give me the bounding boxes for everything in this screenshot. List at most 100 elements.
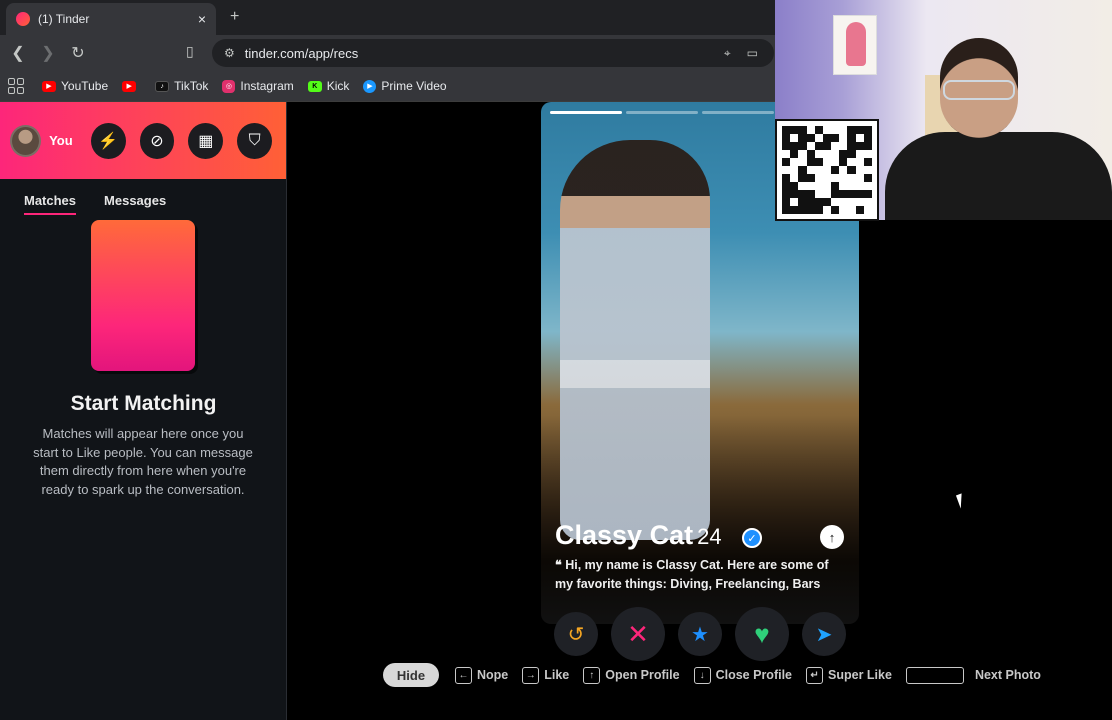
shortcut-nope: ← Nope — [455, 666, 508, 684]
qr-module — [831, 158, 840, 166]
address-bar[interactable]: ⚙ tinder.com/app/recs ⌖ ▭ — [212, 39, 774, 67]
qr-module — [847, 134, 856, 142]
qr-module — [790, 158, 799, 166]
instagram-icon: ◎ — [222, 79, 236, 93]
heart-icon: ♥ — [754, 618, 770, 649]
down-arrow-key-icon: ↓ — [693, 666, 711, 684]
reload-icon[interactable]: ↻ — [66, 41, 90, 65]
profile-name: Classy Cat — [555, 520, 694, 550]
qr-module — [831, 150, 840, 158]
bookmark-star-icon[interactable]: ▯ — [186, 43, 194, 60]
browser-chrome: (1) Tinder × + ❮ ❯ ↻ ▯ ⚙ tinder.com/app/… — [0, 0, 775, 102]
like-button[interactable]: ♥ — [735, 607, 789, 661]
browser-tab[interactable]: (1) Tinder × — [6, 3, 216, 35]
qr-module — [782, 150, 791, 158]
qr-module — [822, 158, 832, 166]
qr-module — [839, 126, 848, 134]
qr-module — [814, 134, 823, 142]
wall-poster — [833, 15, 877, 75]
enter-key-icon: ↵ — [806, 666, 824, 684]
qr-module — [806, 174, 815, 182]
shortcut-like: → Like — [522, 666, 569, 684]
qr-module — [822, 142, 832, 150]
shortcut-open-profile: ↑ Open Profile — [583, 666, 680, 684]
qr-module — [790, 190, 799, 198]
tab-matches[interactable]: Matches — [24, 193, 77, 215]
qr-module — [790, 134, 799, 142]
new-tab-button[interactable]: + — [230, 8, 239, 26]
bookmark-kick[interactable]: K Kick — [307, 79, 349, 93]
boost-lightning-icon[interactable]: ⚡ — [90, 122, 126, 159]
url-text[interactable]: tinder.com/app/recs — [245, 46, 724, 61]
qr-module — [847, 190, 856, 198]
work-briefcase-icon[interactable]: ▦ — [188, 122, 224, 159]
boost-send-button[interactable]: ➤ — [802, 612, 846, 656]
safety-shield-icon[interactable]: ⛉ — [237, 122, 272, 159]
qr-module — [855, 158, 864, 166]
qr-module — [798, 182, 807, 190]
photo-indicator[interactable] — [702, 111, 774, 114]
rewind-button[interactable]: ↺ — [554, 612, 598, 656]
back-icon[interactable]: ❮ — [6, 41, 30, 65]
bookmark-youtube-2[interactable]: ▶ — [122, 80, 141, 92]
bookmark-youtube[interactable]: ▶ YouTube — [42, 79, 108, 93]
qr-module — [814, 182, 823, 190]
qr-module — [798, 190, 807, 198]
open-profile-arrow-icon[interactable]: ↑ — [820, 525, 844, 549]
forward-icon[interactable]: ❯ — [36, 41, 60, 65]
avatar[interactable] — [10, 124, 42, 157]
qr-module — [782, 174, 791, 182]
qr-module — [847, 142, 856, 150]
qr-module — [822, 134, 832, 142]
left-arrow-key-icon: ← — [455, 666, 472, 684]
site-info-icon[interactable]: ⚙ — [224, 46, 235, 60]
tab-messages[interactable]: Messages — [104, 193, 166, 215]
rewind-icon: ↺ — [567, 623, 585, 646]
qr-module — [839, 158, 848, 166]
qr-module — [831, 206, 840, 214]
qr-module — [822, 182, 832, 190]
qr-module — [782, 190, 791, 198]
qr-module — [822, 126, 832, 134]
qr-module — [855, 182, 864, 190]
qr-module — [790, 150, 799, 158]
photo-indicator[interactable] — [626, 111, 698, 114]
qr-module — [798, 158, 807, 166]
photo-indicator[interactable] — [550, 111, 622, 114]
qr-module — [839, 174, 848, 182]
qr-module — [790, 206, 799, 214]
superlike-button[interactable]: ★ — [678, 612, 722, 656]
qr-module — [798, 142, 807, 150]
bookmark-prime-video[interactable]: ▶ Prime Video — [363, 79, 447, 93]
qr-module — [822, 150, 832, 158]
qr-module — [814, 206, 823, 214]
swipe-actions: ↺ ✕ ★ ♥ ➤ — [554, 606, 846, 662]
space-key-icon — [905, 666, 964, 684]
bookmark-tiktok[interactable]: ♪ TikTok — [155, 79, 208, 93]
bookmark-instagram[interactable]: ◎ Instagram — [222, 79, 294, 93]
hide-shortcuts-button[interactable]: Hide — [383, 663, 439, 687]
qr-module — [839, 166, 848, 174]
qr-module — [855, 134, 864, 142]
tab-close-icon[interactable]: × — [198, 11, 206, 27]
qr-module — [847, 150, 856, 158]
nope-button[interactable]: ✕ — [611, 607, 665, 661]
qr-module — [782, 198, 791, 206]
qr-module — [847, 174, 856, 182]
location-icon[interactable]: ⌖ — [724, 46, 731, 61]
qr-module — [863, 206, 872, 214]
nope-x-icon: ✕ — [627, 618, 649, 649]
empty-state-description: Matches will appear here once you start … — [33, 426, 253, 497]
profile-label[interactable]: You — [49, 133, 73, 148]
qr-module — [814, 174, 823, 182]
qr-module — [806, 134, 815, 142]
explore-compass-icon[interactable]: ⊘ — [139, 122, 175, 159]
cast-icon[interactable]: ▭ — [747, 46, 758, 60]
qr-module — [798, 150, 807, 158]
apps-grid-icon[interactable] — [8, 78, 24, 94]
qr-module — [790, 166, 799, 174]
qr-module — [831, 126, 840, 134]
qr-module — [847, 166, 856, 174]
qr-code — [775, 119, 879, 221]
qr-module — [806, 206, 815, 214]
